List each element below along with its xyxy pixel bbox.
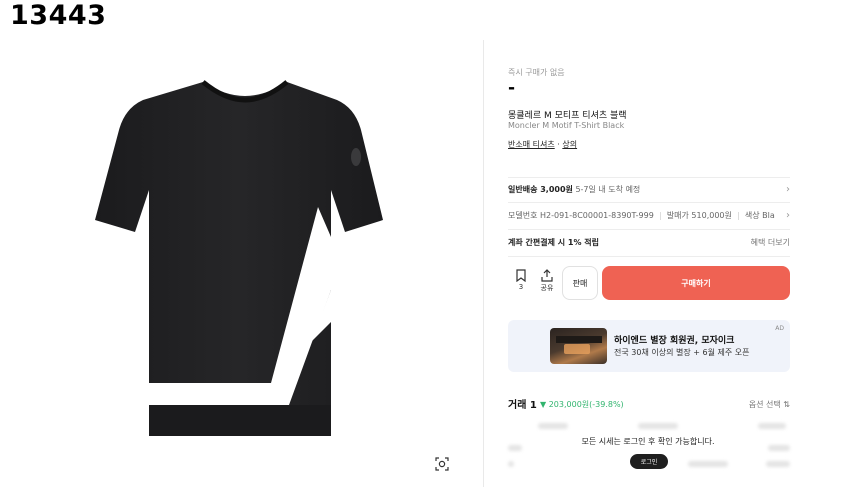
instant-price-label: 즉시 구매가 없음	[508, 68, 565, 77]
spec-row[interactable]: 모델번호 H2-091-8C00001-8390T-999 발매가 510,00…	[508, 210, 790, 221]
divider	[508, 177, 790, 178]
model-number: 모델번호 H2-091-8C00001-8390T-999	[508, 211, 654, 220]
product-name-en: Moncler M Motif T-Shirt Black	[508, 121, 625, 130]
ad-title: 하이엔드 별장 회원권, 모자이크	[614, 336, 735, 346]
login-button[interactable]: 로그인	[630, 454, 668, 469]
shipping-row[interactable]: 일반배송 3,000원 5-7일 내 도착 예정 ›	[508, 184, 790, 195]
benefit-more-link[interactable]: 혜택 더보기	[751, 237, 790, 248]
shipping-label: 일반배송 3,000원	[508, 185, 573, 194]
breadcrumb-subcategory[interactable]: 상의	[562, 140, 577, 149]
product-image	[95, 80, 383, 436]
lens-search-icon[interactable]	[434, 456, 450, 472]
share-button[interactable]: 공유	[536, 265, 558, 301]
column-divider	[483, 40, 484, 487]
blurred-trade-row	[508, 423, 790, 431]
listing-id: 13443	[10, 0, 107, 31]
divider	[508, 229, 790, 230]
payment-benefit: 계좌 간편결제 시 1% 적립	[508, 238, 599, 247]
breadcrumb-category[interactable]: 반소매 티셔츠	[508, 140, 555, 149]
sell-button[interactable]: 판매	[562, 266, 598, 300]
price-change: ▼ 203,000원(-39.8%)	[540, 400, 624, 409]
bookmark-count: 3	[518, 283, 524, 291]
login-required-message: 모든 시세는 로그인 후 확인 가능합니다.	[581, 437, 715, 446]
ad-banner[interactable]: 하이엔드 별장 회원권, 모자이크 전국 30채 이상의 별장 + 6월 제주 …	[508, 320, 790, 372]
chevron-right-icon: ›	[786, 210, 790, 221]
shipping-eta: 5-7일 내 도착 예정	[575, 185, 641, 194]
release-price: 발매가 510,000원	[666, 211, 732, 220]
ad-thumbnail	[550, 328, 607, 364]
bookmark-icon	[516, 269, 526, 282]
ad-tag: AD	[775, 325, 784, 332]
breadcrumb: 반소매 티셔츠 · 상의	[508, 139, 577, 150]
buy-button[interactable]: 구매하기	[602, 266, 790, 300]
action-bar: 3 공유 판매 구매하기	[508, 265, 790, 301]
payment-row[interactable]: 계좌 간편결제 시 1% 적립 혜택 더보기	[508, 237, 790, 248]
divider	[508, 202, 790, 203]
instant-price: -	[508, 78, 516, 98]
ad-subtitle: 전국 30채 이상의 별장 + 6월 제주 오픈	[614, 348, 750, 357]
divider	[508, 256, 790, 257]
color-spec: 색상 Black	[744, 211, 775, 220]
share-icon	[541, 269, 553, 282]
share-label: 공유	[540, 284, 554, 292]
option-select[interactable]: 옵션 선택 ⇅	[749, 399, 790, 410]
product-name-ko: 몽클레르 M 모티프 티셔츠 블랙	[508, 111, 627, 121]
bookmark-button[interactable]: 3	[510, 265, 532, 301]
trade-count: 거래 1	[508, 400, 537, 411]
chevron-right-icon: ›	[786, 184, 790, 195]
